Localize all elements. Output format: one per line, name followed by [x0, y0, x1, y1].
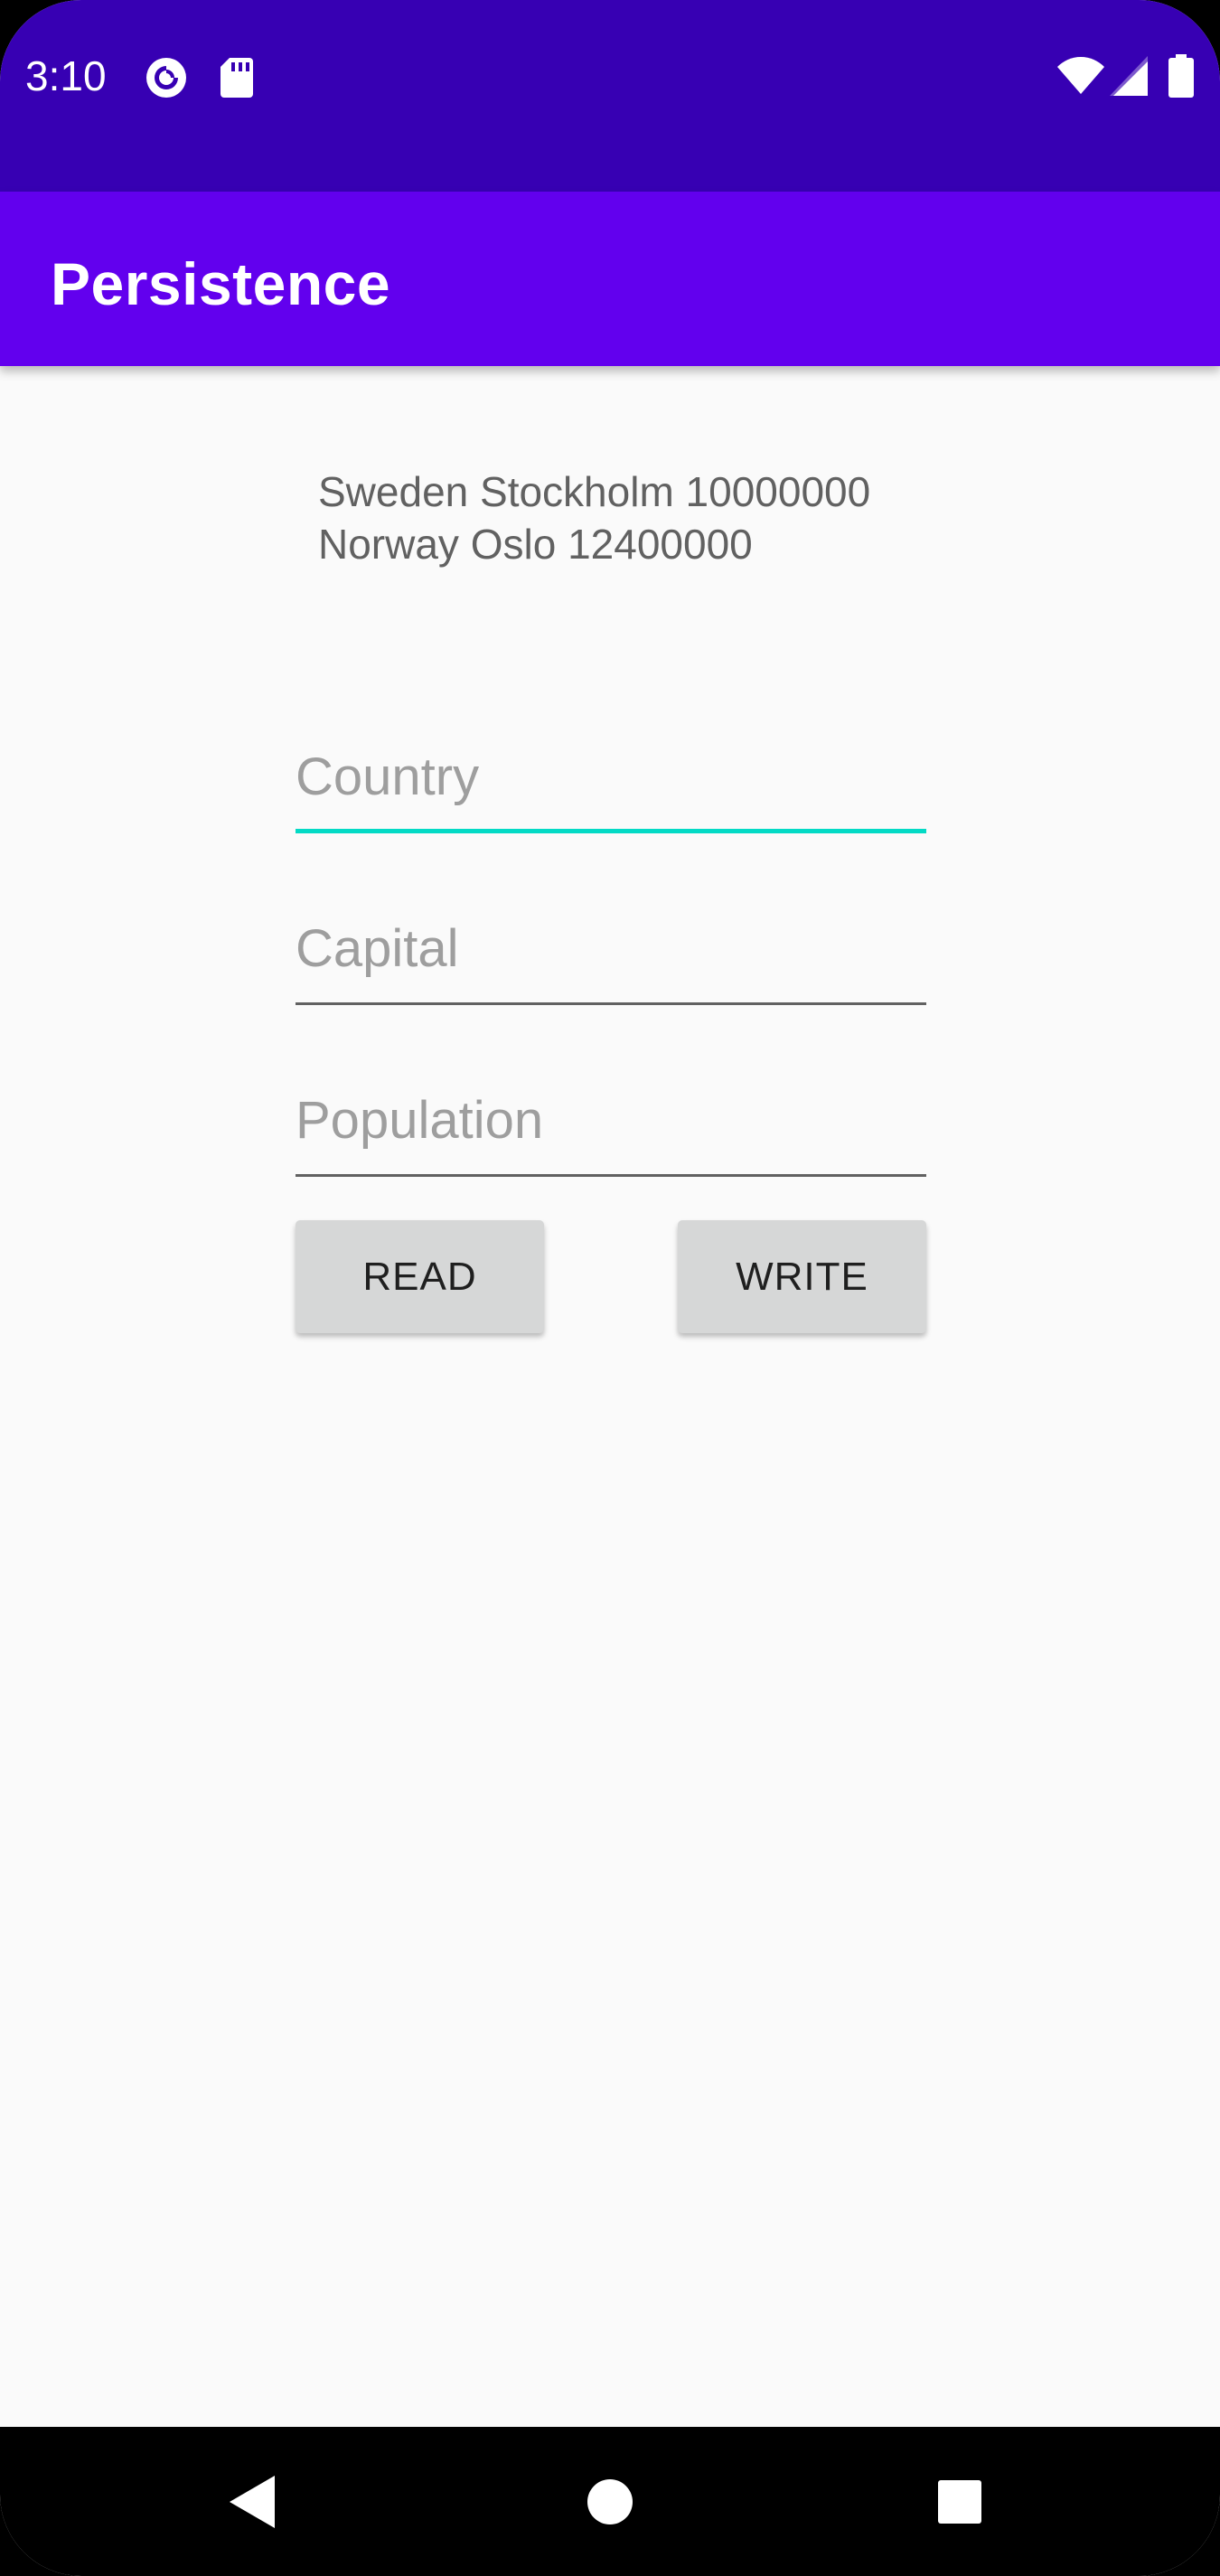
- country-field: [296, 734, 926, 833]
- home-button[interactable]: [538, 2427, 682, 2576]
- write-button[interactable]: WRITE: [678, 1220, 926, 1333]
- capital-field: [296, 906, 926, 1005]
- country-underline: [296, 829, 926, 833]
- capital-input[interactable]: [296, 906, 926, 1005]
- status-bar: 3:10: [0, 0, 1220, 192]
- back-icon: [230, 2476, 275, 2528]
- population-underline: [296, 1174, 926, 1177]
- back-button[interactable]: [183, 2427, 327, 2576]
- phone-screen: 3:10 Persistence Sweden Stockholm 100000…: [0, 0, 1220, 2576]
- data-output-text: Sweden Stockholm 10000000 Norway Oslo 12…: [318, 468, 871, 568]
- app-bar: Persistence: [0, 192, 1220, 366]
- wifi-icon: [1057, 57, 1104, 94]
- home-icon: [587, 2479, 633, 2524]
- sd-card-icon: [221, 58, 253, 98]
- population-field: [296, 1077, 926, 1177]
- app-title: Persistence: [51, 250, 391, 317]
- country-input[interactable]: [296, 734, 926, 833]
- recents-icon: [938, 2480, 981, 2524]
- capital-underline: [296, 1002, 926, 1005]
- navigation-bar: [0, 2427, 1220, 2576]
- read-button[interactable]: READ: [296, 1220, 544, 1333]
- battery-icon: [1168, 54, 1194, 98]
- cellular-signal-icon: [1110, 56, 1148, 96]
- status-time: 3:10: [25, 52, 107, 99]
- population-input[interactable]: [296, 1077, 926, 1177]
- pocket-casts-icon: [146, 58, 186, 98]
- recents-button[interactable]: [887, 2427, 1032, 2576]
